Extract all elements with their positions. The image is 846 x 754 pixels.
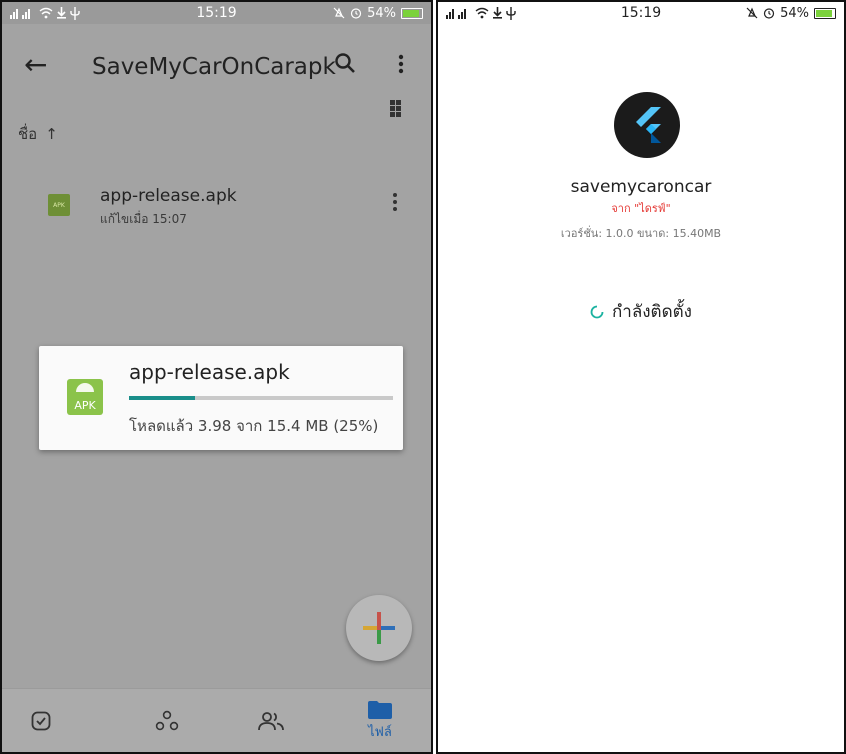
priority-check-icon bbox=[31, 711, 51, 731]
battery-percent: 54% bbox=[367, 5, 397, 21]
battery-icon bbox=[814, 7, 837, 19]
usb-icon bbox=[70, 6, 80, 20]
wifi-icon bbox=[475, 7, 489, 19]
status-bar: 15:19 54% bbox=[2, 2, 431, 24]
usb-icon bbox=[506, 6, 516, 20]
plus-icon bbox=[363, 612, 395, 644]
flutter-logo-icon bbox=[636, 107, 661, 143]
progress-fill bbox=[129, 396, 195, 400]
download-dialog: APK app-release.apk โหลดแล้ว 3.98 จาก 15… bbox=[39, 346, 403, 450]
battery-icon bbox=[401, 7, 424, 19]
version-info: เวอร์ชั่น: 1.0.0 ขนาด: 15.40MB bbox=[560, 227, 722, 240]
app-name: savemycaroncar bbox=[570, 177, 712, 197]
new-button[interactable] bbox=[346, 595, 412, 661]
mute-icon bbox=[333, 7, 345, 19]
app-icon bbox=[614, 92, 680, 158]
back-arrow-icon[interactable]: ← bbox=[24, 48, 47, 81]
apk-file-icon: APK bbox=[48, 194, 70, 216]
file-more-icon[interactable] bbox=[392, 192, 398, 216]
grid-view-icon[interactable] bbox=[390, 100, 406, 117]
loading-spinner-icon bbox=[590, 305, 604, 318]
file-row[interactable]: APK app-release.apk แก้ไขเมื่อ 15:07 bbox=[2, 182, 431, 242]
alarm-icon bbox=[351, 8, 362, 19]
download-progress-bar bbox=[129, 396, 393, 400]
arrow-up-icon: ↑ bbox=[45, 125, 58, 143]
signal-icon bbox=[10, 9, 30, 19]
status-time: 15:19 bbox=[620, 5, 662, 21]
download-icon bbox=[57, 7, 66, 19]
status-time: 15:19 bbox=[196, 5, 237, 21]
dialog-title: app-release.apk bbox=[129, 360, 290, 384]
overflow-menu-icon[interactable] bbox=[398, 54, 404, 78]
drive-screen: 15:19 54% ← SaveMyCarOnCarapk ชื่อ ↑ APK… bbox=[0, 0, 433, 754]
status-bar: 15:19 54% bbox=[438, 2, 844, 24]
folder-title: SaveMyCarOnCarapk bbox=[92, 54, 336, 80]
install-status: กำลังติดตั้ง bbox=[438, 298, 844, 325]
signal-icon bbox=[446, 9, 466, 19]
nav-priority[interactable] bbox=[6, 689, 76, 752]
bottom-navigation: ไฟล์ bbox=[2, 688, 431, 752]
install-source: จาก "ไดรฟ์" bbox=[611, 202, 671, 215]
folder-icon bbox=[368, 700, 392, 719]
install-status-text: กำลังติดตั้ง bbox=[612, 302, 692, 322]
battery-percent: 54% bbox=[780, 5, 810, 21]
nav-files[interactable]: ไฟล์ bbox=[345, 689, 415, 752]
wifi-icon bbox=[39, 7, 53, 19]
download-status: โหลดแล้ว 3.98 จาก 15.4 MB (25%) bbox=[129, 417, 379, 435]
file-modified: แก้ไขเมื่อ 15:07 bbox=[100, 212, 187, 226]
installer-screen: 15:19 54% savemycaroncar จาก "ไดรฟ์" เวอ… bbox=[436, 0, 846, 754]
nav-files-label: ไฟล์ bbox=[368, 724, 392, 740]
alarm-icon bbox=[764, 8, 775, 19]
search-icon[interactable] bbox=[334, 52, 356, 78]
nav-shared-drives[interactable] bbox=[132, 689, 202, 752]
download-icon bbox=[493, 7, 502, 19]
mute-icon bbox=[746, 7, 758, 19]
shared-drives-icon bbox=[155, 710, 179, 731]
sort-control[interactable]: ชื่อ ↑ bbox=[18, 122, 58, 146]
people-icon bbox=[258, 712, 284, 731]
apk-icon: APK bbox=[67, 379, 103, 415]
app-bar: ← SaveMyCarOnCarapk bbox=[2, 24, 431, 108]
sort-label: ชื่อ bbox=[18, 125, 38, 143]
nav-shared[interactable] bbox=[236, 689, 306, 752]
file-name: app-release.apk bbox=[100, 186, 237, 206]
